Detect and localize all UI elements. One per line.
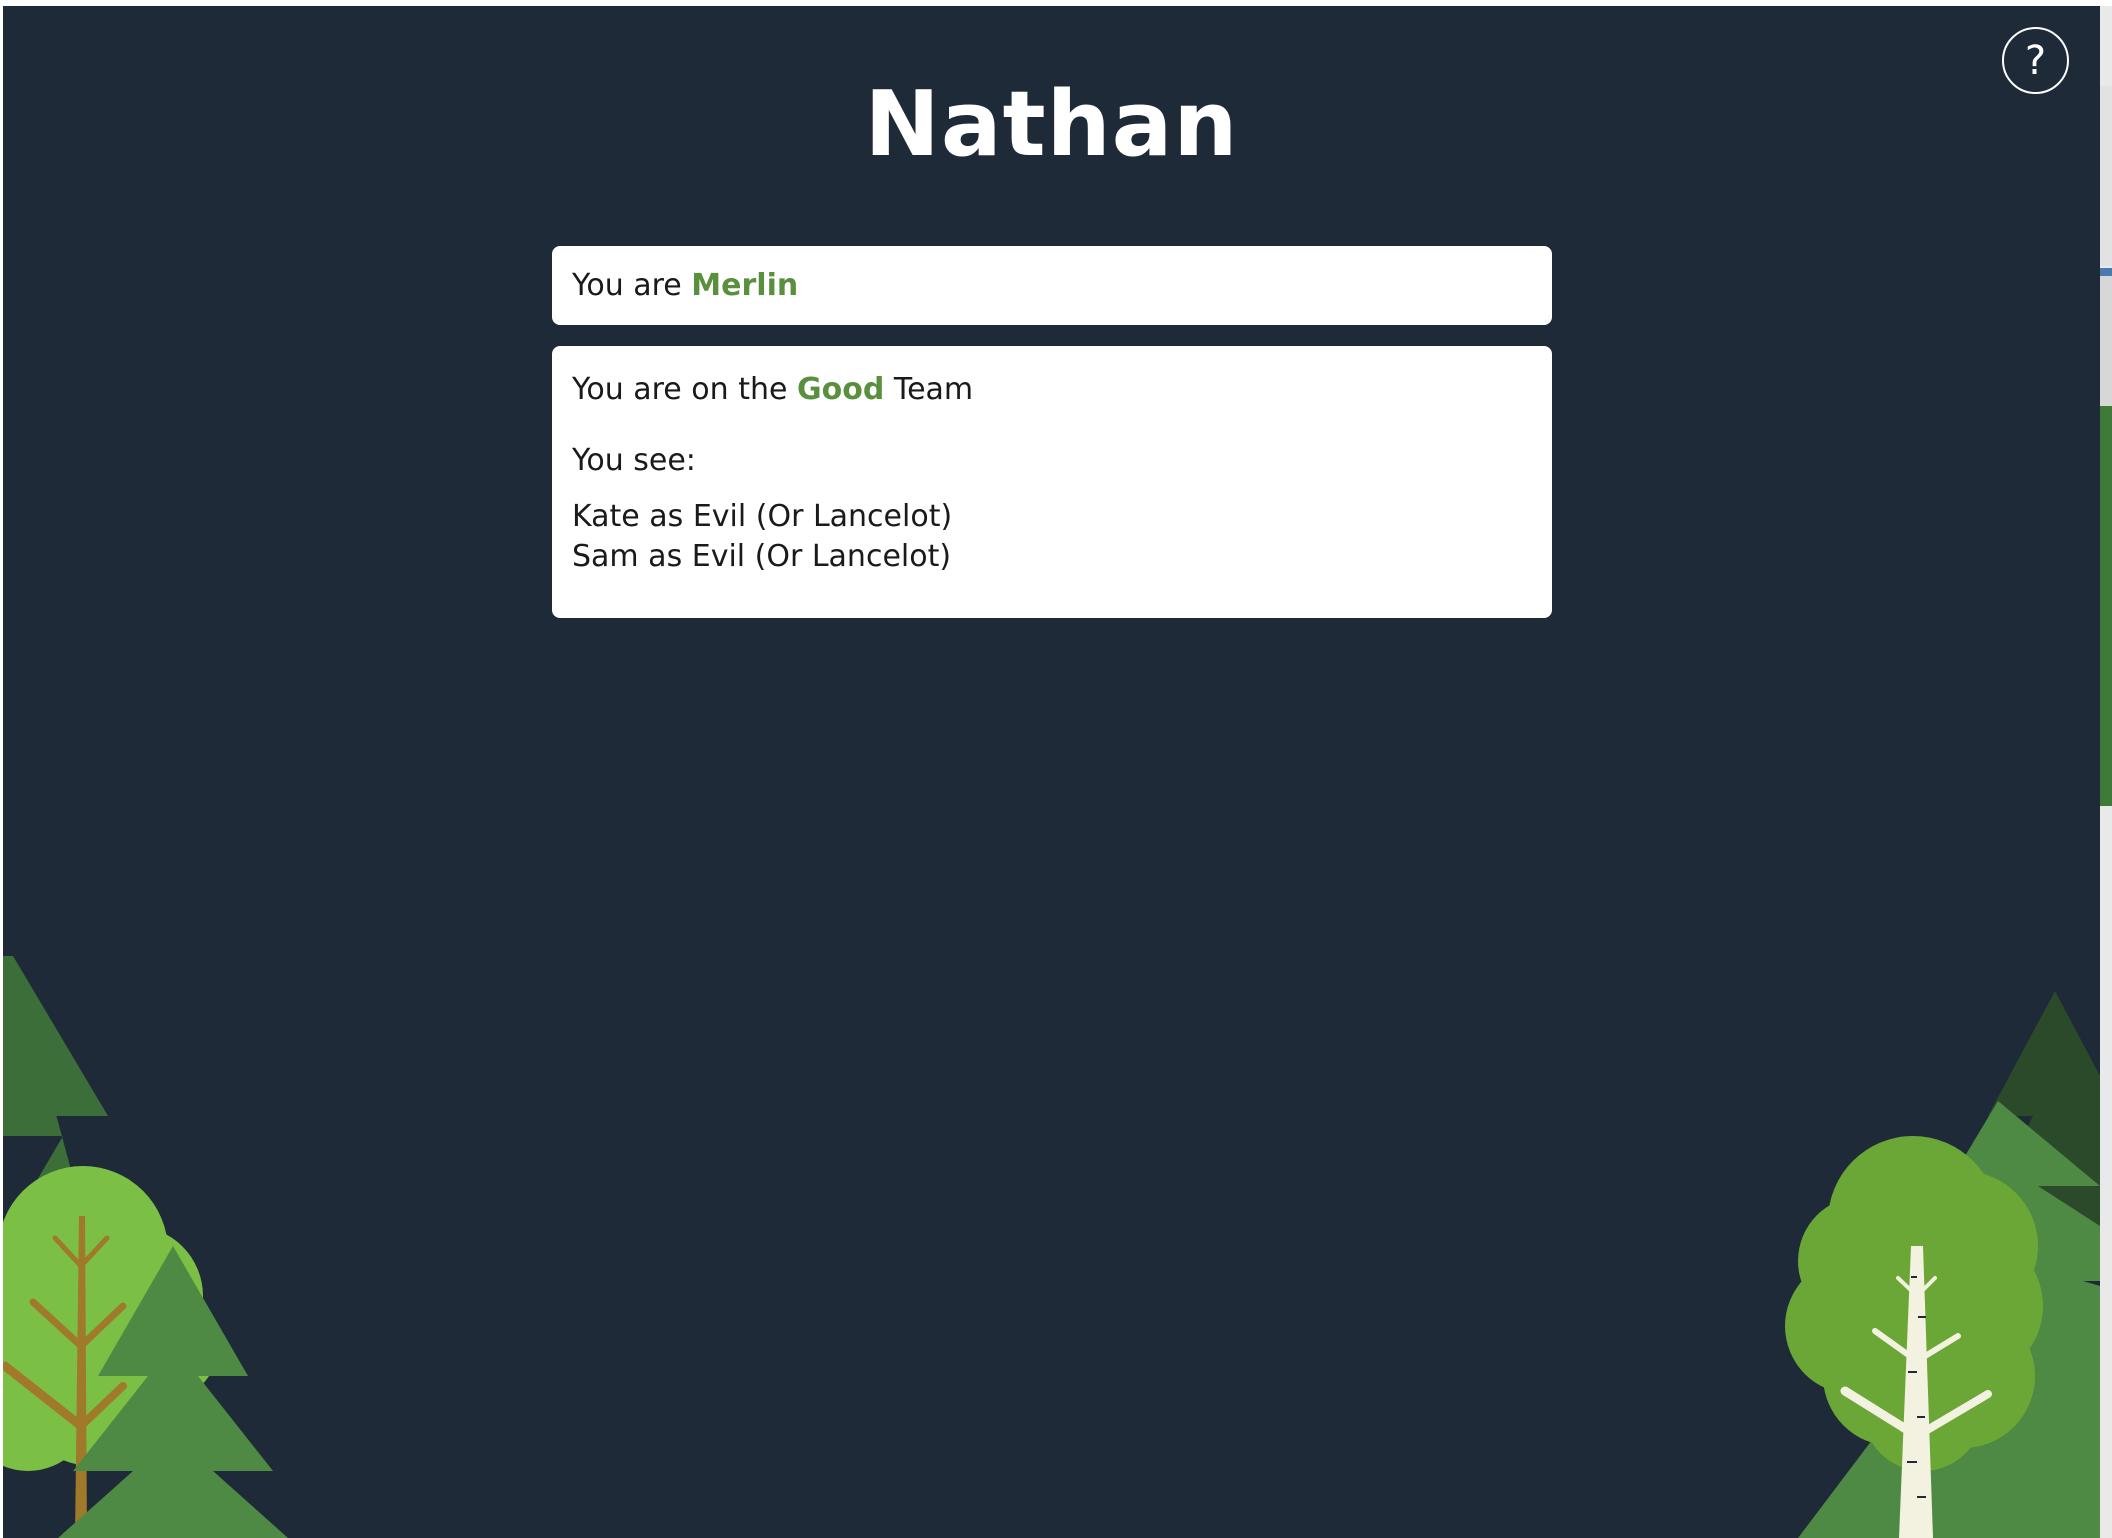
pine-tree-dark-left-fill — [3, 956, 108, 1116]
team-card: You are on the Good Team You see: Kate a… — [552, 346, 1552, 618]
background-window-edge — [2100, 6, 2112, 1538]
team-name: Good — [796, 372, 885, 407]
role-card: You are Merlin — [552, 246, 1552, 325]
team-line: You are on the Good Team — [572, 368, 1532, 412]
team-suffix: Team — [884, 372, 974, 407]
seen-player-item: Sam as Evil (Or Lancelot) — [572, 539, 952, 574]
seen-players-list: Kate as Evil (Or Lancelot) Sam as Evil (… — [572, 497, 1532, 577]
team-prefix: You are on the — [572, 372, 797, 407]
player-name: Nathan — [864, 72, 1239, 177]
help-button[interactable]: ? — [2002, 27, 2069, 94]
game-screen: Nathan ? You are Merlin You are on the G… — [3, 6, 2100, 1538]
you-see-label: You see: — [572, 443, 696, 478]
forest-scenery — [3, 956, 2100, 1538]
seen-player-item: Kate as Evil (Or Lancelot) — [572, 499, 953, 534]
role-name: Merlin — [691, 268, 799, 303]
role-prefix: You are — [572, 268, 692, 303]
